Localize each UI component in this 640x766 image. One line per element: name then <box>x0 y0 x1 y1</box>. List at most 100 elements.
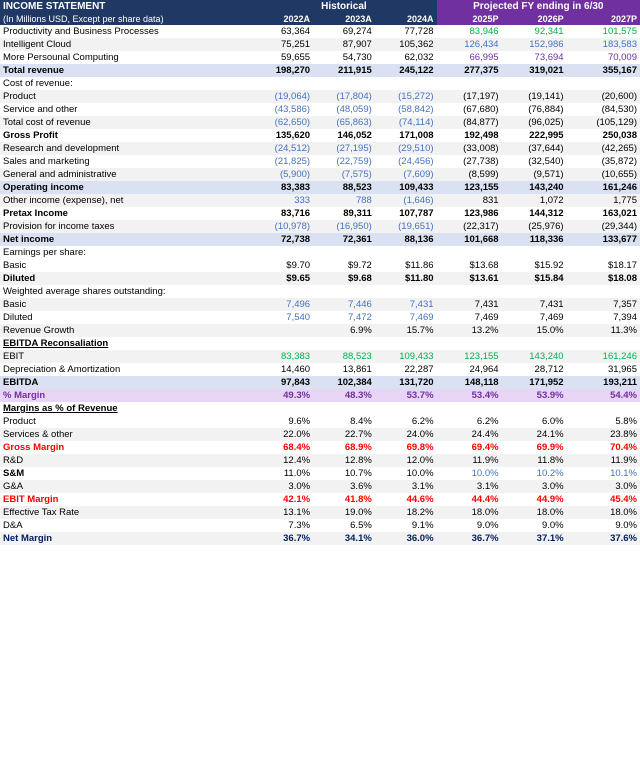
cell-value: 105,362 <box>375 38 437 51</box>
cell-value: $15.92 <box>502 259 567 272</box>
cell-value <box>251 246 313 259</box>
row-label: Depreciation & Amortization <box>0 363 251 376</box>
cell-value: (84,530) <box>567 103 640 116</box>
cell-value: (10,978) <box>251 220 313 233</box>
cell-value: 22,287 <box>375 363 437 376</box>
cell-value: 107,787 <box>375 207 437 220</box>
cell-value: 7,469 <box>437 311 502 324</box>
cell-value: 109,433 <box>375 350 437 363</box>
cell-value: 72,738 <box>251 233 313 246</box>
cell-value: 10.2% <box>502 467 567 480</box>
table-row: Total revenue198,270211,915245,122277,37… <box>0 64 640 77</box>
table-row: General and administrative(5,900)(7,575)… <box>0 168 640 181</box>
cell-value: (58,842) <box>375 103 437 116</box>
cell-value: 7,469 <box>375 311 437 324</box>
cell-value: 41.8% <box>313 493 375 506</box>
cell-value: (19,651) <box>375 220 437 233</box>
cell-value: (32,540) <box>502 155 567 168</box>
cell-value: 192,498 <box>437 129 502 142</box>
cell-value: 36.7% <box>251 532 313 545</box>
table-row: Cost of revenue: <box>0 77 640 90</box>
cell-value <box>437 77 502 90</box>
table-row: R&D12.4%12.8%12.0%11.9%11.8%11.9% <box>0 454 640 467</box>
cell-value: 53.4% <box>437 389 502 402</box>
cell-value: (19,141) <box>502 90 567 103</box>
cell-value: (76,884) <box>502 103 567 116</box>
cell-value: $13.68 <box>437 259 502 272</box>
table-row: Service and other(43,586)(48,059)(58,842… <box>0 103 640 116</box>
cell-value <box>502 285 567 298</box>
table-row: Basic7,4967,4467,4317,4317,4317,357 <box>0 298 640 311</box>
cell-value: 11.9% <box>437 454 502 467</box>
cell-value: 24.1% <box>502 428 567 441</box>
cell-value: 68.9% <box>313 441 375 454</box>
table-row: Research and development(24,512)(27,195)… <box>0 142 640 155</box>
table-row: G&A3.0%3.6%3.1%3.1%3.0%3.0% <box>0 480 640 493</box>
table-row: Effective Tax Rate13.1%19.0%18.2%18.0%18… <box>0 506 640 519</box>
cell-value: (96,025) <box>502 116 567 129</box>
cell-value: (24,456) <box>375 155 437 168</box>
row-label: Sales and marketing <box>0 155 251 168</box>
cell-value <box>567 77 640 90</box>
table-row: Margins as % of Revenue <box>0 402 640 415</box>
cell-value: 171,952 <box>502 376 567 389</box>
cell-value <box>251 337 313 350</box>
cell-value: 355,167 <box>567 64 640 77</box>
cell-value: 49.3% <box>251 389 313 402</box>
cell-value: 148,118 <box>437 376 502 389</box>
row-label: Net income <box>0 233 251 246</box>
cell-value: (105,129) <box>567 116 640 129</box>
cell-value: 54,730 <box>313 51 375 64</box>
table-row: Revenue Growth6.9%15.7%13.2%15.0%11.3% <box>0 324 640 337</box>
cell-value: 15.7% <box>375 324 437 337</box>
row-label: Gross Profit <box>0 129 251 142</box>
cell-value: 171,008 <box>375 129 437 142</box>
table-row: Basic$9.70$9.72$11.86$13.68$15.92$18.17 <box>0 259 640 272</box>
cell-value: 131,720 <box>375 376 437 389</box>
cell-value: 53.7% <box>375 389 437 402</box>
row-label: G&A <box>0 480 251 493</box>
cell-value: $9.65 <box>251 272 313 285</box>
cell-value: 18.0% <box>502 506 567 519</box>
row-label: R&D <box>0 454 251 467</box>
row-label: Total cost of revenue <box>0 116 251 129</box>
row-label: EBITDA Reconsaliation <box>0 337 251 350</box>
table-row: Weighted average shares outstanding: <box>0 285 640 298</box>
cell-value: $9.72 <box>313 259 375 272</box>
cell-value: (29,510) <box>375 142 437 155</box>
cell-value: 6.9% <box>313 324 375 337</box>
cell-value: 59,655 <box>251 51 313 64</box>
row-label: Services & other <box>0 428 251 441</box>
cell-value: 7,446 <box>313 298 375 311</box>
table-row: Gross Profit135,620146,052171,008192,498… <box>0 129 640 142</box>
cell-value: 333 <box>251 194 313 207</box>
cell-value <box>251 402 313 415</box>
cell-value: 6.2% <box>437 415 502 428</box>
cell-value: 831 <box>437 194 502 207</box>
cell-value: 97,843 <box>251 376 313 389</box>
row-label: Basic <box>0 259 251 272</box>
cell-value: 133,677 <box>567 233 640 246</box>
year-2023a: 2023A <box>313 13 375 25</box>
cell-value: 36.7% <box>437 532 502 545</box>
cell-value: 193,211 <box>567 376 640 389</box>
cell-value: 102,384 <box>313 376 375 389</box>
cell-value: (29,344) <box>567 220 640 233</box>
cell-value: 183,583 <box>567 38 640 51</box>
table-row: Earnings per share: <box>0 246 640 259</box>
cell-value: 73,694 <box>502 51 567 64</box>
cell-value: 250,038 <box>567 129 640 142</box>
table-row: Provision for income taxes(10,978)(16,95… <box>0 220 640 233</box>
cell-value: 13.1% <box>251 506 313 519</box>
cell-value: 10.7% <box>313 467 375 480</box>
projected-header: Projected FY ending in 6/30 <box>437 0 640 13</box>
cell-value: 44.4% <box>437 493 502 506</box>
cell-value: 68.4% <box>251 441 313 454</box>
cell-value: 70,009 <box>567 51 640 64</box>
year-2027p: 2027P <box>567 13 640 25</box>
cell-value <box>251 77 313 90</box>
table-row: Pretax Income83,71689,311107,787123,9861… <box>0 207 640 220</box>
cell-value: 24.0% <box>375 428 437 441</box>
cell-value: 8.4% <box>313 415 375 428</box>
cell-value: 7,540 <box>251 311 313 324</box>
